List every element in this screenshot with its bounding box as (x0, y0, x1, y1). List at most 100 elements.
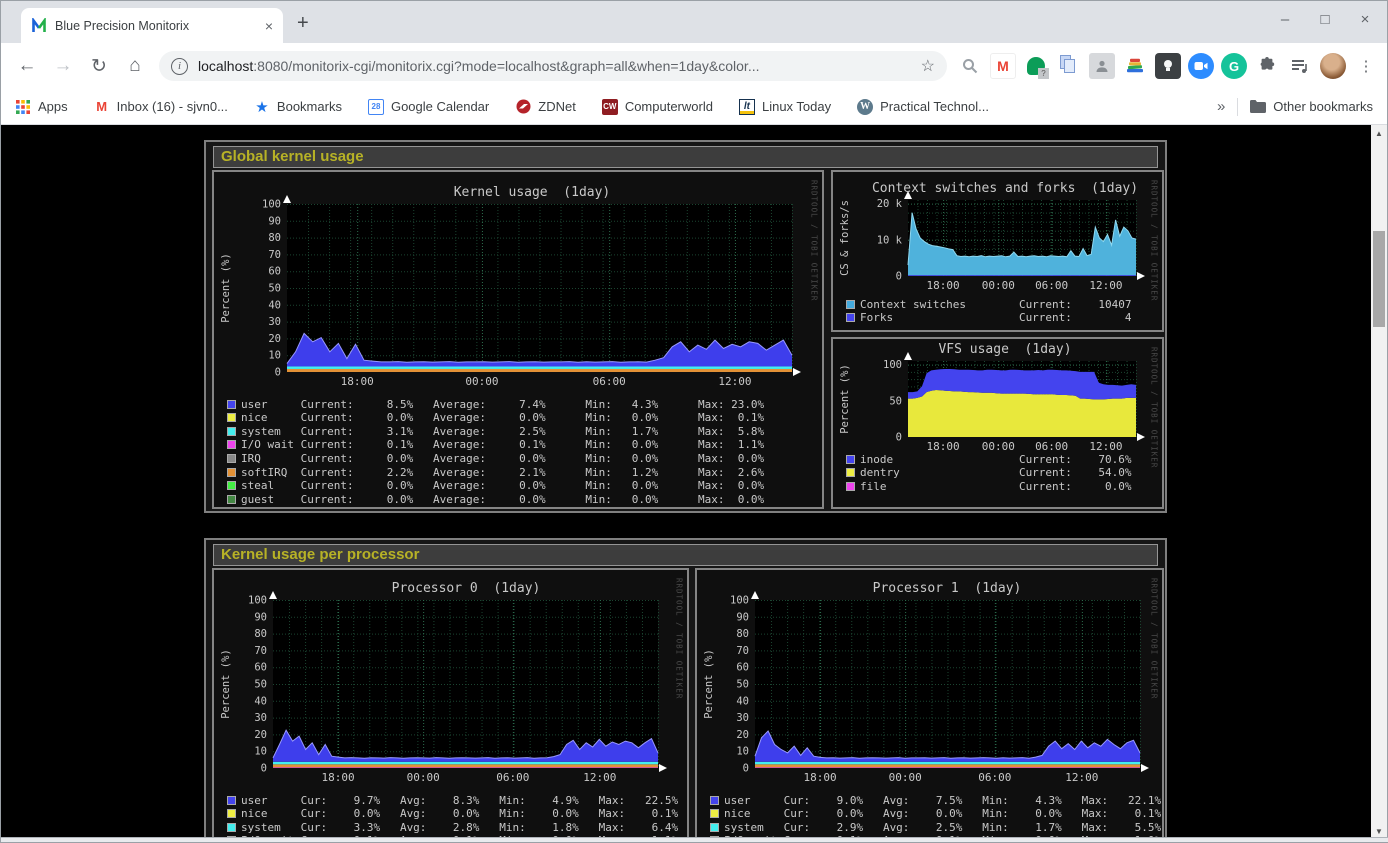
svg-text:Processor 1 (1day): Processor 1 (1day) (873, 581, 1022, 596)
page-info-icon[interactable]: i (171, 58, 188, 75)
page-scrollbar[interactable]: ▲ ▼ (1371, 125, 1387, 839)
legend-row-nice: nice Current: 0.0% Average: 0.0% Min: 0.… (227, 412, 764, 424)
playlist-extension-icon[interactable] (1287, 53, 1313, 79)
extensions-puzzle-icon[interactable] (1254, 53, 1280, 79)
bookmark-star-icon[interactable]: ☆ (921, 56, 935, 76)
legend-swatch (227, 481, 236, 490)
legend-swatch (846, 313, 855, 322)
url-text[interactable]: localhost:8080/monitorix-cgi/monitorix.c… (198, 58, 913, 74)
maximize-button[interactable]: □ (1317, 11, 1333, 28)
svg-text:20: 20 (736, 729, 749, 741)
bookmark-apps[interactable]: Apps (15, 99, 68, 115)
svg-text:Percent (%): Percent (%) (839, 364, 851, 434)
svg-text:VFS usage (1day): VFS usage (1day) (938, 342, 1071, 357)
url-path: :8080/monitorix-cgi/monitorix.cgi?mode=l… (253, 58, 759, 74)
svg-text:0: 0 (261, 763, 267, 775)
svg-text:RRDTOOL / TOBI OETIKER: RRDTOOL / TOBI OETIKER (1150, 180, 1159, 301)
legend-row-user: user Cur: 9.0% Avg: 7.5% Min: 4.3% Max: … (710, 794, 1161, 806)
reload-button[interactable]: ↻ (83, 50, 115, 82)
svg-text:80: 80 (254, 628, 267, 640)
svg-text:06:00: 06:00 (978, 771, 1011, 784)
tab-close-icon[interactable]: × (265, 18, 273, 34)
gmail-extension-icon[interactable]: M (990, 53, 1016, 79)
svg-text:40: 40 (736, 695, 749, 707)
legend-swatch (710, 796, 719, 805)
legend-text: nice Current: 0.0% Average: 0.0% Min: 0.… (241, 411, 764, 424)
minimize-button[interactable]: – (1277, 11, 1293, 28)
forward-button[interactable]: → (47, 50, 79, 82)
linux-today-icon: lt (739, 99, 755, 115)
bookmarks-bar-right: » Other bookmarks (1217, 98, 1373, 116)
legend-text: dentry Current: 54.0% (860, 466, 1132, 479)
svg-text:Kernel usage (1day): Kernel usage (1day) (454, 185, 611, 200)
bookmark-linux-today[interactable]: lt Linux Today (739, 99, 831, 115)
legend-swatch (846, 482, 855, 491)
browser-tab[interactable]: Blue Precision Monitorix × (21, 8, 283, 43)
svg-text:RRDTOOL / TOBI OETIKER: RRDTOOL / TOBI OETIKER (810, 180, 819, 301)
tab-strip: Blue Precision Monitorix × + – □ × (1, 1, 1387, 43)
svg-text:06:00: 06:00 (1035, 279, 1068, 292)
bookmark-zdnet[interactable]: ZDNet (515, 99, 576, 115)
legend-text: user Cur: 9.7% Avg: 8.3% Min: 4.9% Max: … (241, 794, 678, 807)
keep-lightbulb-extension-icon[interactable] (1155, 53, 1181, 79)
graph-panel-processor1[interactable]: Processor 1 (1day)0102030405060708090100… (695, 568, 1164, 839)
wordpress-icon: W (857, 99, 873, 115)
graph-panel-kernel[interactable]: Kernel usage (1day)010203040506070809010… (212, 170, 824, 509)
svg-text:60: 60 (736, 662, 749, 674)
svg-text:10: 10 (736, 746, 749, 758)
person-extension-icon[interactable] (1089, 53, 1115, 79)
grammarly-extension-icon[interactable]: G (1221, 53, 1247, 79)
graph-panel-context-switches[interactable]: Context switches and forks (1day)010 k20… (831, 170, 1164, 332)
svg-text:90: 90 (736, 611, 749, 623)
bookmark-google-calendar[interactable]: 28 Google Calendar (368, 99, 489, 115)
legend-text: I/O wait Current: 0.1% Average: 0.1% Min… (241, 438, 764, 451)
calendar-icon: 28 (368, 99, 384, 115)
home-button[interactable]: ⌂ (119, 50, 151, 82)
browser-menu-icon[interactable]: ⋮ (1353, 53, 1379, 79)
legend-row-user: user Current: 8.5% Average: 7.4% Min: 4.… (227, 398, 764, 410)
zoom-extension-icon[interactable] (1188, 53, 1214, 79)
graph-panel-vfs[interactable]: VFS usage (1day)05010018:0000:0006:0012:… (831, 337, 1164, 509)
copy-pages-extension-icon[interactable] (1056, 53, 1082, 79)
svg-text:70: 70 (736, 645, 749, 657)
svg-text:60: 60 (268, 266, 281, 278)
voice-extension-icon[interactable]: ? (1023, 53, 1049, 79)
svg-text:06:00: 06:00 (496, 771, 529, 784)
bookmark-bookmarks[interactable]: ★ Bookmarks (254, 99, 342, 115)
bookmark-label: Google Calendar (391, 99, 489, 114)
address-bar[interactable]: i localhost:8080/monitorix-cgi/monitorix… (159, 51, 947, 81)
svg-text:50: 50 (736, 679, 749, 691)
legend-row-forks: Forks Current: 4 (846, 312, 1132, 324)
svg-text:0: 0 (275, 367, 281, 379)
bookmark-inbox[interactable]: M Inbox (16) - sjvn0... (94, 99, 228, 115)
legend-swatch (227, 468, 236, 477)
scrollbar-up-arrow[interactable]: ▲ (1371, 125, 1387, 141)
bookmark-computerworld[interactable]: CW Computerworld (602, 99, 713, 115)
svg-text:50: 50 (254, 679, 267, 691)
bookmarks-overflow-chevron[interactable]: » (1217, 98, 1225, 115)
legend-swatch (227, 400, 236, 409)
legend-text: user Cur: 9.0% Avg: 7.5% Min: 4.3% Max: … (724, 794, 1161, 807)
svg-text:CS & forks/s: CS & forks/s (839, 200, 851, 276)
legend-text: steal Current: 0.0% Average: 0.0% Min: 0… (241, 479, 764, 492)
scrollbar-thumb[interactable] (1373, 231, 1385, 327)
svg-text:Percent (%): Percent (%) (220, 649, 232, 719)
legend-text: IRQ Current: 0.0% Average: 0.0% Min: 0.0… (241, 452, 764, 465)
bookmark-practical-technology[interactable]: W Practical Technol... (857, 99, 989, 115)
svg-text:12:00: 12:00 (1089, 279, 1122, 292)
graph-panel-processor0[interactable]: Processor 0 (1day)0102030405060708090100… (212, 568, 689, 839)
close-button[interactable]: × (1357, 11, 1373, 28)
other-bookmarks-button[interactable]: Other bookmarks (1250, 99, 1373, 115)
window-controls: – □ × (1277, 11, 1373, 28)
legend-text: nice Cur: 0.0% Avg: 0.0% Min: 0.0% Max: … (724, 807, 1161, 820)
search-extension-icon[interactable] (957, 53, 983, 79)
new-tab-button[interactable]: + (297, 13, 309, 33)
legend-text: inode Current: 70.6% (860, 453, 1132, 466)
svg-text:100: 100 (730, 595, 749, 607)
profile-avatar[interactable] (1320, 53, 1346, 79)
books-extension-icon[interactable] (1122, 53, 1148, 79)
monitorix-favicon (31, 18, 47, 34)
section-header: Global kernel usage (213, 146, 1158, 168)
legend-swatch (846, 468, 855, 477)
back-button[interactable]: ← (11, 50, 43, 82)
